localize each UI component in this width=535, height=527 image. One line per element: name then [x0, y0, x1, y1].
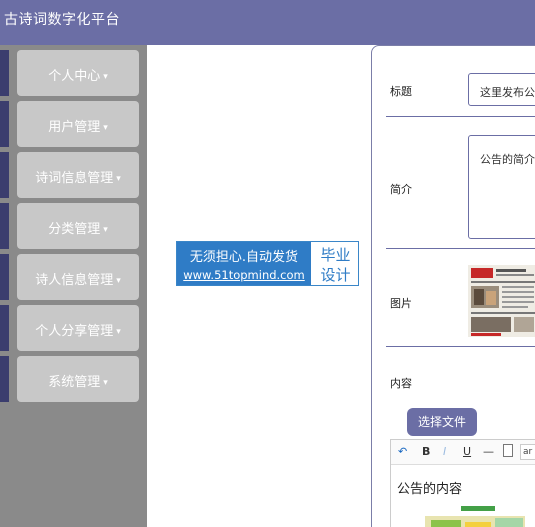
sidebar-item-system[interactable]: 系统管理 ▾ — [0, 356, 139, 402]
editor-embedded-image — [421, 506, 531, 527]
sidebar-item-button[interactable]: 系统管理 ▾ — [17, 356, 139, 402]
chevron-down-icon: ▾ — [116, 327, 121, 337]
watermark-left: 无须担心.自动发货 www.51topmind.com — [177, 242, 311, 285]
sidebar-item-stripe — [0, 50, 9, 96]
top-header: 古诗词数字化平台 — [0, 0, 535, 45]
summary-textarea-value: 公告的简介 — [480, 153, 535, 166]
title-label: 标题 — [390, 85, 412, 98]
watermark-right2: 设计 — [320, 266, 351, 284]
sidebar-item-poets[interactable]: 诗人信息管理 ▾ — [0, 254, 139, 300]
app-title: 古诗词数字化平台 — [4, 12, 120, 28]
sidebar-item-button[interactable]: 个人中心 ▾ — [17, 50, 139, 96]
bold-button[interactable]: B — [422, 445, 430, 458]
watermark-right1: 毕业 — [320, 246, 351, 264]
horizontal-rule-button[interactable]: — — [483, 445, 494, 458]
sidebar-item-label: 用户管理 — [48, 120, 101, 135]
underline-button[interactable]: U — [463, 445, 471, 458]
summary-textarea[interactable]: 公告的简介 — [468, 135, 535, 239]
sidebar-item-label: 个人分享管理 — [35, 324, 114, 339]
sidebar-item-label: 系统管理 — [48, 375, 101, 390]
sidebar: 个人中心 ▾ 用户管理 ▾ 诗词信息管理 ▾ 分类管理 ▾ 诗人信息管理 ▾ 个人分享管理… — [0, 45, 147, 527]
sidebar-item-label: 个人中心 — [48, 69, 101, 84]
image-label: 图片 — [390, 297, 412, 310]
watermark-url: www.51topmind.com — [183, 268, 305, 282]
page-icon[interactable] — [503, 444, 513, 457]
sidebar-item-poems[interactable]: 诗词信息管理 ▾ — [0, 152, 139, 198]
sidebar-item-button[interactable]: 诗人信息管理 ▾ — [17, 254, 139, 300]
image-thumbnail[interactable] — [468, 265, 535, 337]
chevron-down-icon: ▾ — [103, 378, 108, 388]
sidebar-item-label: 诗人信息管理 — [35, 273, 114, 288]
sidebar-item-stripe — [0, 356, 9, 402]
choose-file-button[interactable]: 选择文件 — [407, 408, 477, 436]
content-label: 内容 — [390, 377, 412, 390]
watermark-badge: 无须担心.自动发货 www.51topmind.com 毕业 设计 — [176, 241, 359, 286]
undo-icon[interactable]: ↶ — [398, 445, 407, 458]
summary-label: 简介 — [390, 183, 412, 196]
sidebar-item-personal-center[interactable]: 个人中心 ▾ — [0, 50, 139, 96]
sidebar-item-button[interactable]: 分类管理 ▾ — [17, 203, 139, 249]
italic-button[interactable]: I — [443, 445, 446, 458]
sidebar-item-stripe — [0, 254, 9, 300]
sidebar-item-button[interactable]: 诗词信息管理 ▾ — [17, 152, 139, 198]
divider — [386, 116, 535, 117]
sidebar-item-label: 分类管理 — [48, 222, 101, 237]
rich-text-editor[interactable]: ↶ B I U — ar 公告的内容 — [390, 439, 535, 527]
editor-toolbar: ↶ B I U — ar — [391, 440, 535, 465]
sidebar-item-button[interactable]: 用户管理 ▾ — [17, 101, 139, 147]
editor-content-text: 公告的内容 — [397, 482, 463, 497]
sidebar-item-shares[interactable]: 个人分享管理 ▾ — [0, 305, 139, 351]
sidebar-item-users[interactable]: 用户管理 ▾ — [0, 101, 139, 147]
chevron-down-icon: ▾ — [103, 123, 108, 133]
chevron-down-icon: ▾ — [116, 276, 121, 286]
sidebar-item-categories[interactable]: 分类管理 ▾ — [0, 203, 139, 249]
chevron-down-icon: ▾ — [103, 72, 108, 82]
sidebar-item-label: 诗词信息管理 — [35, 171, 114, 186]
watermark-line1: 无须担心.自动发货 — [189, 250, 299, 265]
sidebar-item-button[interactable]: 个人分享管理 ▾ — [17, 305, 139, 351]
font-select[interactable]: ar — [520, 444, 535, 460]
newspaper-image — [468, 265, 535, 337]
divider — [386, 346, 535, 347]
sidebar-item-stripe — [0, 305, 9, 351]
chevron-down-icon: ▾ — [103, 225, 108, 235]
title-input[interactable]: 这里发布公 — [468, 73, 535, 106]
sidebar-item-stripe — [0, 101, 9, 147]
sidebar-item-stripe — [0, 203, 9, 249]
chevron-down-icon: ▾ — [116, 174, 121, 184]
title-input-value: 这里发布公 — [480, 86, 535, 99]
divider — [386, 248, 535, 249]
sidebar-item-stripe — [0, 152, 9, 198]
